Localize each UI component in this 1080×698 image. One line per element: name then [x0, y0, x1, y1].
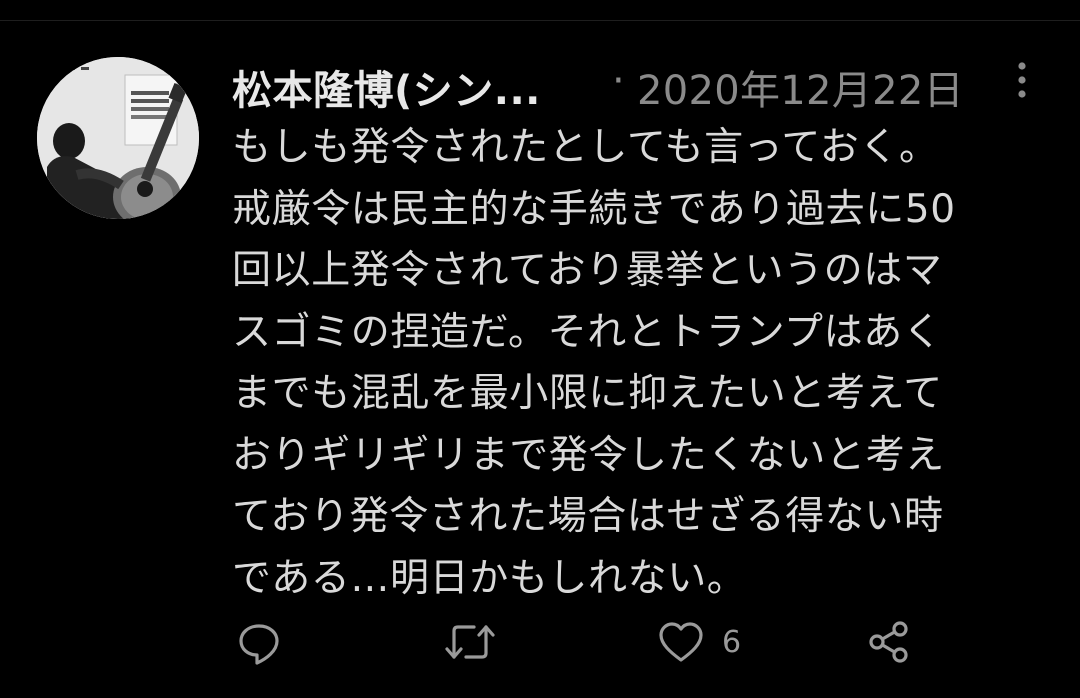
- timestamp[interactable]: 2020年12月22日: [637, 58, 964, 116]
- retweet-icon: [445, 625, 495, 659]
- reply-icon: [239, 624, 279, 665]
- heart-icon: [659, 622, 703, 662]
- tweet[interactable]: 松本隆博(シン... · 2020年12月22日 もしも発令されたとしても言って…: [0, 0, 1080, 698]
- tweet-line: もしも発令されたとしても言っておく。: [232, 125, 939, 170]
- display-name[interactable]: 松本隆博(シン...: [232, 58, 541, 116]
- more-options-button[interactable]: [1004, 56, 1040, 106]
- tweet-line: おりギリギリまで発令したくないと考え: [232, 432, 945, 478]
- tweet-text: もしも発令されたとしても言っておく。 戒厳令は民主的な手続きであり過去に50 回…: [232, 117, 1047, 609]
- tweet-line: である…明日かもしれない。: [232, 555, 747, 601]
- tweet-header: 松本隆博(シン... · 2020年12月22日: [232, 54, 1052, 114]
- like-button[interactable]: 6: [656, 612, 741, 672]
- share-icon: [869, 621, 908, 663]
- separator-dot: ·: [612, 58, 625, 104]
- tweet-actions: 6: [232, 612, 932, 672]
- like-count: 6: [722, 624, 742, 660]
- avatar[interactable]: [37, 57, 199, 219]
- tweet-line: 回以上発令されており暴挙というのはマ: [232, 248, 943, 293]
- retweet-button[interactable]: [442, 612, 498, 672]
- avatar-image: [37, 57, 199, 219]
- tweet-line: 戒厳令は民主的な手続きであり過去に50: [232, 186, 956, 232]
- share-button[interactable]: [864, 612, 914, 672]
- tweet-line: ており発令された場合はせざる得ない時: [232, 494, 944, 539]
- more-vertical-icon: [1018, 62, 1026, 98]
- reply-button[interactable]: [234, 612, 284, 672]
- tweet-line: までも混乱を最小限に抑えたいと考えて: [232, 371, 943, 416]
- tweet-line: スゴミの捏造だ。それとトランプはあく: [232, 309, 943, 355]
